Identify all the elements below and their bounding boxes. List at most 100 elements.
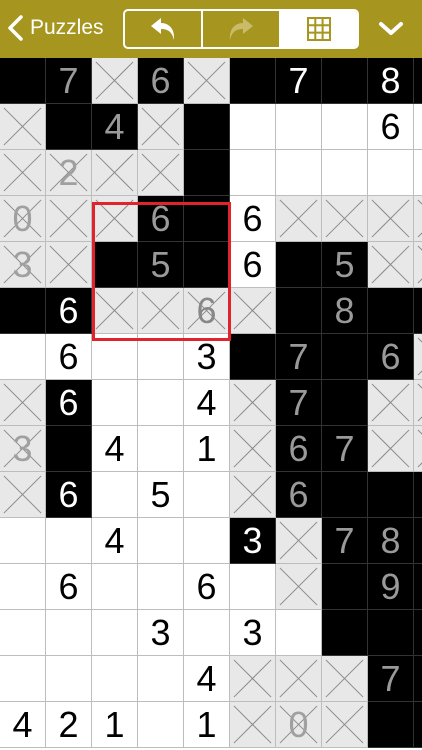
grid-cell[interactable]	[230, 58, 276, 104]
grid-cell[interactable]: 6	[46, 334, 92, 380]
grid-cell[interactable]	[414, 150, 422, 196]
grid-cell[interactable]	[276, 610, 322, 656]
grid-cell[interactable]: 6	[276, 426, 322, 472]
grid-cell[interactable]	[414, 656, 422, 702]
grid-cell[interactable]: 6	[46, 380, 92, 426]
grid-cell[interactable]	[46, 242, 92, 288]
grid-cell[interactable]	[276, 104, 322, 150]
grid-cell[interactable]	[230, 288, 276, 334]
grid-cell[interactable]	[230, 656, 276, 702]
grid-cell[interactable]: 9	[368, 564, 414, 610]
grid-cell[interactable]	[322, 380, 368, 426]
grid-cell[interactable]: 3	[230, 610, 276, 656]
grid-cell[interactable]	[322, 564, 368, 610]
grid-cell[interactable]	[414, 104, 422, 150]
grid-cell[interactable]	[414, 518, 422, 564]
grid-cell[interactable]	[46, 518, 92, 564]
grid-cell[interactable]	[414, 58, 422, 104]
grid-cell[interactable]	[0, 472, 46, 518]
back-to-puzzles-button[interactable]: Puzzles	[6, 11, 104, 45]
grid-cell[interactable]: 4	[0, 702, 46, 748]
grid-cell[interactable]	[230, 472, 276, 518]
grid-cell[interactable]	[138, 426, 184, 472]
grid-cell[interactable]: 3	[230, 518, 276, 564]
grid-cell[interactable]: 5	[322, 242, 368, 288]
grid-cell[interactable]	[138, 702, 184, 748]
grid-cell[interactable]	[92, 564, 138, 610]
grid-cell[interactable]	[276, 656, 322, 702]
grid-cell[interactable]	[92, 610, 138, 656]
grid-cell[interactable]	[322, 150, 368, 196]
grid-cell[interactable]	[230, 564, 276, 610]
grid-cell[interactable]	[0, 380, 46, 426]
grid-cell[interactable]	[368, 196, 414, 242]
grid-cell[interactable]	[184, 196, 230, 242]
grid-cell[interactable]: 7	[276, 58, 322, 104]
grid-cell[interactable]: 6	[368, 334, 414, 380]
grid-cell[interactable]: 7	[368, 656, 414, 702]
grid-cell[interactable]	[230, 426, 276, 472]
grid-cell[interactable]: 2	[46, 702, 92, 748]
grid-cell[interactable]	[414, 426, 422, 472]
grid-cell[interactable]	[184, 610, 230, 656]
grid-cell[interactable]: 3	[138, 610, 184, 656]
grid-cell[interactable]	[276, 150, 322, 196]
grid-cell[interactable]	[138, 380, 184, 426]
grid-cell[interactable]	[276, 518, 322, 564]
grid-cell[interactable]: 3	[0, 242, 46, 288]
grid-cell[interactable]	[0, 150, 46, 196]
grid-cell[interactable]	[276, 288, 322, 334]
grid-cell[interactable]: 6	[276, 472, 322, 518]
grid-cell[interactable]	[276, 564, 322, 610]
grid-cell[interactable]: 2	[46, 150, 92, 196]
grid-cell[interactable]: 6	[46, 472, 92, 518]
grid-cell[interactable]: 6	[138, 196, 184, 242]
grid-cell[interactable]	[414, 196, 422, 242]
grid-cell[interactable]: 6	[46, 288, 92, 334]
grid-cell[interactable]	[46, 610, 92, 656]
grid-cell[interactable]	[230, 702, 276, 748]
grid-cell[interactable]: 7	[46, 58, 92, 104]
grid-cell[interactable]	[368, 242, 414, 288]
grid-cell[interactable]	[414, 242, 422, 288]
grid-cell[interactable]: 7	[322, 426, 368, 472]
grid-cell[interactable]	[0, 104, 46, 150]
grid-cell[interactable]	[184, 150, 230, 196]
grid-cell[interactable]	[322, 610, 368, 656]
grid-cell[interactable]	[138, 518, 184, 564]
grid-cell[interactable]: 1	[92, 702, 138, 748]
grid-cell[interactable]	[368, 426, 414, 472]
grid-cell[interactable]	[138, 150, 184, 196]
grid-cell[interactable]	[184, 58, 230, 104]
grid-cell[interactable]	[322, 58, 368, 104]
grid-cell[interactable]: 6	[230, 196, 276, 242]
puzzle-board-viewport[interactable]: 7678462066356566863766473416765643786693…	[0, 58, 422, 750]
grid-cell[interactable]: 4	[184, 656, 230, 702]
grid-cell[interactable]: 5	[138, 242, 184, 288]
grid-cell[interactable]	[46, 104, 92, 150]
grid-cell[interactable]: 6	[230, 242, 276, 288]
grid-cell[interactable]	[414, 472, 422, 518]
grid-cell[interactable]: 8	[368, 518, 414, 564]
grid-cell[interactable]: 7	[322, 518, 368, 564]
grid-view-button[interactable]	[281, 11, 357, 47]
grid-cell[interactable]	[92, 58, 138, 104]
grid-cell[interactable]: 6	[138, 58, 184, 104]
grid-cell[interactable]	[184, 518, 230, 564]
grid-cell[interactable]	[368, 702, 414, 748]
grid-cell[interactable]	[184, 242, 230, 288]
grid-cell[interactable]: 6	[184, 288, 230, 334]
grid-cell[interactable]: 3	[0, 426, 46, 472]
grid-cell[interactable]: 8	[322, 288, 368, 334]
redo-button[interactable]	[203, 11, 281, 47]
grid-cell[interactable]	[92, 656, 138, 702]
grid-cell[interactable]	[230, 380, 276, 426]
grid-cell[interactable]	[368, 288, 414, 334]
grid-cell[interactable]: 6	[368, 104, 414, 150]
grid-cell[interactable]	[230, 104, 276, 150]
grid-cell[interactable]	[368, 472, 414, 518]
grid-cell[interactable]: 0	[276, 702, 322, 748]
grid-cell[interactable]	[368, 610, 414, 656]
grid-cell[interactable]	[414, 380, 422, 426]
grid-cell[interactable]: 7	[276, 334, 322, 380]
